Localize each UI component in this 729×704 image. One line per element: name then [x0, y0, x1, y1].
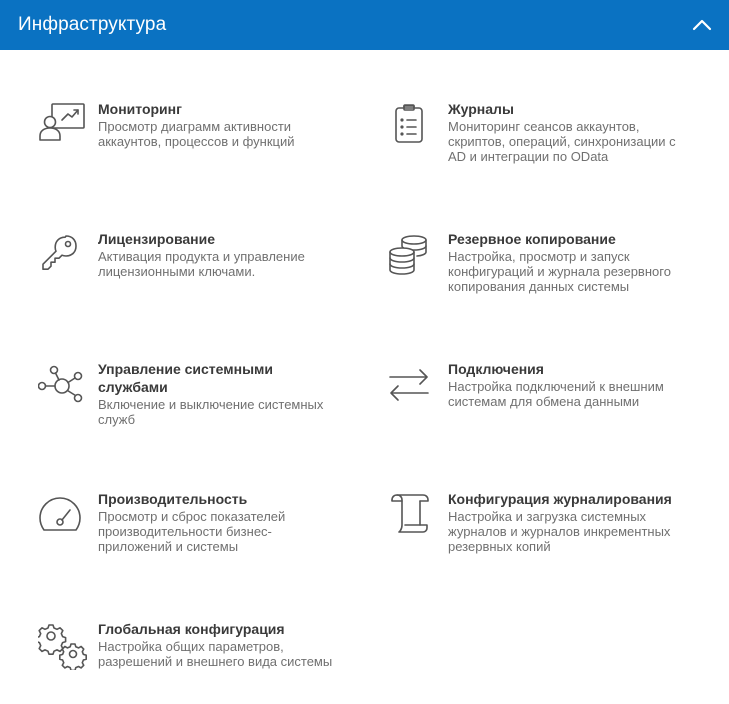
tile-title: Подключения: [448, 361, 544, 377]
tile-title: Управление системными службами: [98, 361, 273, 395]
infrastructure-panel: Инфраструктура Мониторинг Просмотр диагр…: [0, 0, 729, 704]
tile-description: Включение и выключение системных служб: [98, 397, 324, 427]
tile-title: Производительность: [98, 491, 248, 507]
tile-logging-configuration[interactable]: Конфигурация журналирования Настройка и …: [388, 490, 688, 554]
tile-monitoring[interactable]: Мониторинг Просмотр диаграмм активности …: [38, 100, 338, 152]
scroll-icon: [388, 490, 440, 542]
arrows-exchange-icon: [388, 360, 440, 412]
tile-description: Активация продукта и управление лицензио…: [98, 249, 305, 279]
clipboard-list-icon: [388, 100, 440, 152]
monitoring-user-chart-icon: [38, 100, 90, 152]
tile-system-services[interactable]: Управление системными службами Включение…: [38, 360, 338, 427]
tile-description: Настройка подключений к внешним системам…: [448, 379, 664, 409]
tile-title: Мониторинг: [98, 101, 182, 117]
tile-description: Просмотр и сброс показателей производите…: [98, 509, 286, 554]
tile-description: Просмотр диаграмм активности аккаунтов, …: [98, 119, 295, 149]
tile-description: Настройка общих параметров, разрешений и…: [98, 639, 333, 669]
tile-journals[interactable]: Журналы Мониторинг сеансов аккаунтов, ск…: [388, 100, 688, 164]
tile-backup[interactable]: Резервное копирование Настройка, просмот…: [388, 230, 688, 294]
tile-connections[interactable]: Подключения Настройка подключений к внеш…: [388, 360, 688, 412]
tile-licensing[interactable]: Лицензирование Активация продукта и упра…: [38, 230, 338, 282]
gauge-icon: [38, 490, 90, 542]
tile-description: Мониторинг сеансов аккаунтов, скриптов, …: [448, 119, 676, 164]
tile-description: Настройка и загрузка системных журналов …: [448, 509, 671, 554]
database-stack-icon: [388, 230, 440, 282]
tile-title: Лицензирование: [98, 231, 216, 247]
tile-title: Журналы: [448, 101, 514, 117]
tile-performance[interactable]: Производительность Просмотр и сброс пока…: [38, 490, 338, 554]
tile-title: Резервное копирование: [448, 231, 616, 247]
panel-title: Инфраструктура: [18, 14, 167, 35]
tile-title: Конфигурация журналирования: [448, 491, 672, 507]
panel-header[interactable]: Инфраструктура: [0, 0, 729, 50]
key-icon: [38, 230, 90, 282]
gears-icon: [38, 620, 90, 672]
chevron-up-icon[interactable]: [691, 14, 713, 36]
network-hub-icon: [38, 360, 90, 412]
tile-title: Глобальная конфигурация: [98, 621, 285, 637]
tile-global-configuration[interactable]: Глобальная конфигурация Настройка общих …: [38, 620, 338, 672]
tile-description: Настройка, просмотр и запуск конфигураци…: [448, 249, 671, 294]
